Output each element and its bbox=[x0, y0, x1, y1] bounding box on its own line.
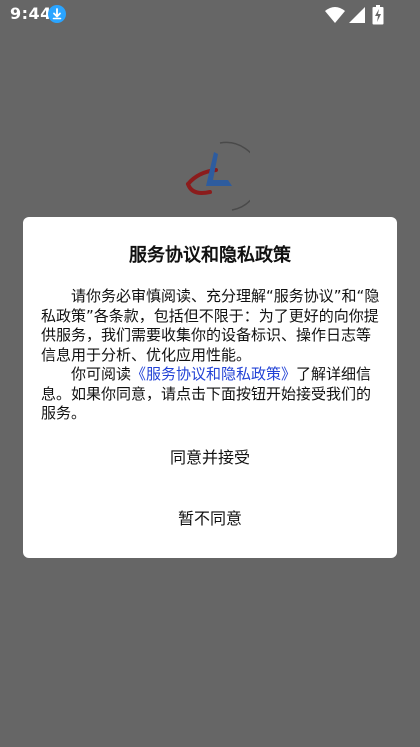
battery-charging-icon bbox=[372, 5, 384, 25]
dialog-title: 服务协议和隐私政策 bbox=[129, 245, 291, 266]
status-bar: 9:44 bbox=[0, 0, 420, 30]
screen: 9:44 服务协议和隐私政策 请你务必审慎阅读、充分理解“服务协议”和“隐私政策… bbox=[0, 0, 420, 747]
agree-button[interactable]: 同意并接受 bbox=[23, 438, 397, 478]
dialog-body: 请你务必审慎阅读、充分理解“服务协议”和“隐私政策”各条款，包括但不限于：为了更… bbox=[41, 287, 381, 424]
app-logo-icon bbox=[180, 140, 261, 215]
paragraph-2-prefix: 你可阅读 bbox=[71, 365, 132, 383]
disagree-button[interactable]: 暂不同意 bbox=[23, 499, 397, 539]
dialog-paragraph-1: 请你务必审慎阅读、充分理解“服务协议”和“隐私政策”各条款，包括但不限于：为了更… bbox=[41, 287, 380, 364]
dialog-paragraph-2: 你可阅读《服务协议和隐私政策》了解详细信息。如果你同意，请点击下面按钮开始接受我… bbox=[41, 365, 381, 424]
signal-icon bbox=[349, 7, 365, 23]
download-icon bbox=[48, 5, 66, 23]
privacy-dialog: 服务协议和隐私政策 请你务必审慎阅读、充分理解“服务协议”和“隐私政策”各条款，… bbox=[23, 217, 397, 558]
status-icons bbox=[320, 5, 390, 25]
wifi-icon bbox=[325, 7, 345, 23]
privacy-policy-link[interactable]: 《服务协议和隐私政策》 bbox=[131, 365, 296, 383]
status-time: 9:44 bbox=[10, 4, 52, 23]
